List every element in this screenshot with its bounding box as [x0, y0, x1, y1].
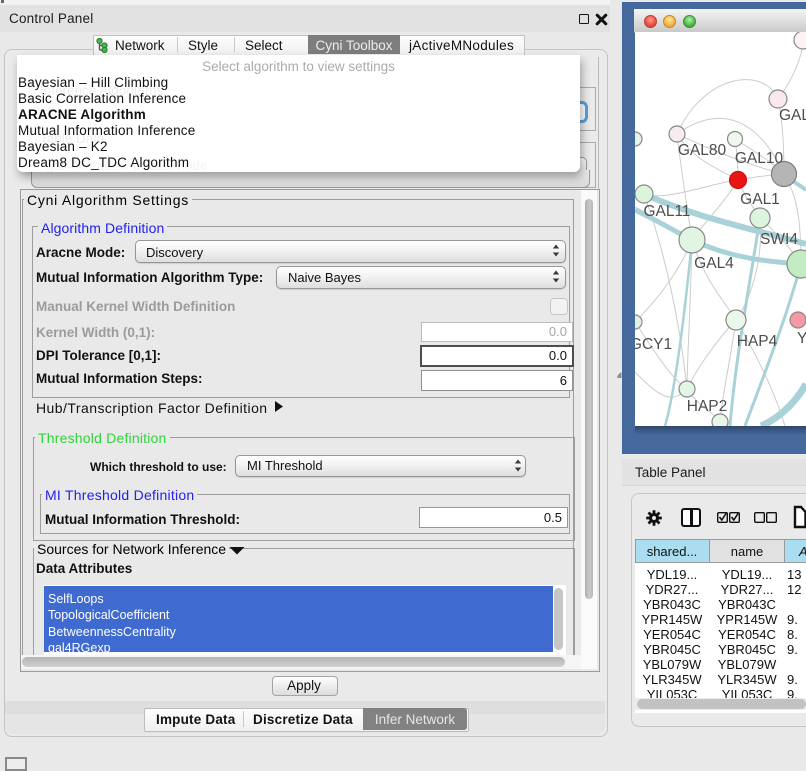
svg-text:HAP2: HAP2 [687, 398, 728, 415]
svg-text:GAL1: GAL1 [740, 191, 780, 208]
svg-text:HAP4: HAP4 [737, 333, 778, 350]
svg-text:GAL2: GAL2 [779, 107, 806, 124]
svg-text:Y: Y [797, 330, 806, 347]
svg-text:GAL11: GAL11 [643, 203, 690, 220]
svg-text:GCY1: GCY1 [635, 336, 672, 353]
svg-text:SWI4: SWI4 [760, 231, 798, 248]
svg-text:GAL80: GAL80 [678, 142, 727, 159]
svg-text:GAL10: GAL10 [735, 150, 784, 167]
svg-text:GAL4: GAL4 [694, 255, 734, 272]
